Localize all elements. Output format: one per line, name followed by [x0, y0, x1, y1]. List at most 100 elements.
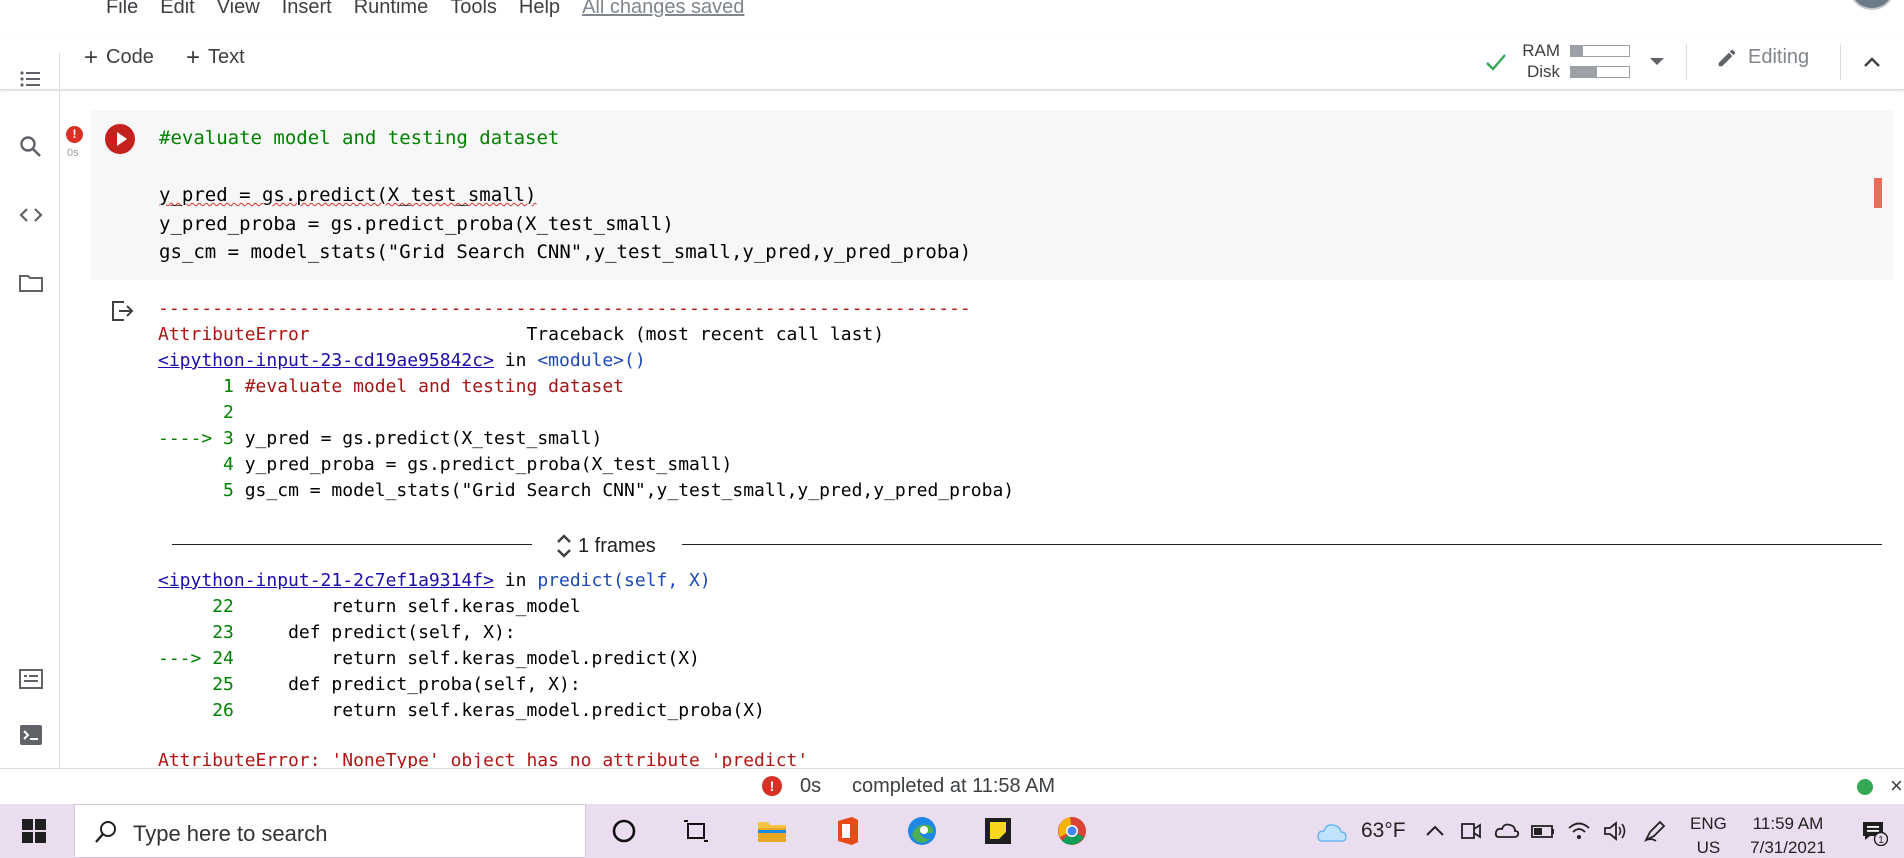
battery-icon[interactable]	[1530, 818, 1556, 844]
input-language-indicator[interactable]: ENG US	[1690, 812, 1727, 858]
command-palette-icon[interactable]	[18, 666, 44, 692]
frame-location: predict(self, X)	[537, 570, 711, 591]
disk-label: Disk	[1526, 62, 1560, 81]
close-status-button[interactable]: ×	[1890, 773, 1903, 799]
plus-icon: +	[84, 43, 99, 71]
code-snippets-icon[interactable]	[18, 202, 44, 228]
volume-icon[interactable]	[1602, 818, 1628, 844]
chevron-up-icon[interactable]	[1422, 818, 1448, 844]
traceback-line: #evaluate model and testing dataset	[244, 376, 625, 397]
traceback-frame-link[interactable]: <ipython-input-23-cd19ae95842c>	[158, 350, 494, 371]
ram-usage-bar	[1570, 45, 1630, 57]
line-prefix	[158, 596, 212, 617]
line-prefix: --->	[158, 648, 213, 669]
collapsed-frames-toggle[interactable]: 1 frames	[172, 530, 1882, 560]
frames-label[interactable]: 1 frames	[556, 532, 656, 560]
traceback-frame-link[interactable]: <ipython-input-21-2c7ef1a9314f>	[158, 570, 494, 591]
clock-time: 11:59 AM	[1752, 814, 1824, 833]
line-number: 26	[212, 700, 234, 721]
code-line: #evaluate model and testing dataset	[159, 127, 560, 149]
error-name: AttributeError	[158, 324, 310, 345]
file-explorer-icon[interactable]	[756, 815, 788, 847]
line-number: 4	[223, 454, 234, 475]
folder-icon[interactable]	[18, 270, 44, 296]
table-of-contents-icon[interactable]	[18, 66, 44, 92]
status-message: completed at 11:58 AM	[852, 775, 1056, 797]
notification-center-icon[interactable]: 1	[1860, 818, 1888, 846]
add-code-button[interactable]: + Code	[84, 43, 154, 71]
status-error-badge: !	[762, 776, 782, 796]
notification-count: 1	[1878, 835, 1884, 846]
run-cell-button[interactable]	[105, 124, 135, 154]
menu-runtime[interactable]: Runtime	[354, 0, 428, 19]
traceback-header: Traceback (most recent call last)	[526, 324, 885, 345]
edge-browser-icon[interactable]	[906, 815, 938, 847]
line-number: 1	[223, 376, 234, 397]
line-prefix	[158, 674, 212, 695]
weather-cloud-icon[interactable]	[1316, 817, 1348, 849]
wifi-icon[interactable]	[1566, 818, 1592, 844]
line-number: 5	[223, 480, 234, 501]
left-sidebar	[0, 52, 60, 768]
menu-insert[interactable]: Insert	[282, 0, 332, 19]
account-avatar[interactable]	[1850, 0, 1894, 10]
connected-check-icon	[1486, 54, 1506, 71]
traceback-line: return self.keras_model.predict(X)	[244, 648, 700, 669]
menu-help[interactable]: Help	[519, 0, 560, 19]
traceback-block: <ipython-input-21-2c7ef1a9314f> in predi…	[158, 568, 765, 724]
add-text-button[interactable]: + Text	[186, 45, 245, 69]
line-number: 23	[212, 622, 234, 643]
traceback-line: return self.keras_model.predict_proba(X)	[244, 700, 765, 721]
cell-exec-time: 0s	[67, 147, 79, 159]
line-prefix: ---->	[158, 428, 224, 449]
sticky-notes-icon[interactable]	[982, 815, 1014, 847]
connection-status-dot	[1857, 779, 1873, 795]
output-actions-icon[interactable]	[110, 298, 136, 324]
add-code-label: Code	[106, 46, 154, 68]
ram-label: RAM	[1522, 41, 1560, 60]
line-number: 22	[212, 596, 234, 617]
task-view-icon[interactable]	[680, 815, 712, 847]
taskbar-search-box[interactable]: Type here to search	[74, 804, 586, 858]
cell-source[interactable]: #evaluate model and testing dataset y_pr…	[159, 124, 971, 267]
language-code: ENG	[1690, 814, 1727, 833]
traceback-line: gs_cm = model_stats("Grid Search CNN",y_…	[244, 480, 1015, 501]
system-clock[interactable]: 11:59 AM 7/31/2021	[1738, 812, 1838, 858]
add-text-label: Text	[208, 46, 245, 68]
line-number: 2	[223, 402, 234, 423]
line-prefix	[158, 454, 223, 475]
toolbar-divider	[1840, 44, 1841, 80]
editing-mode-button[interactable]: Editing	[1716, 46, 1809, 69]
frame-in-keyword: in	[504, 350, 527, 371]
chevron-down-icon[interactable]	[1650, 58, 1664, 65]
menu-tools[interactable]: Tools	[450, 0, 497, 19]
traceback-line: def predict_proba(self, X):	[244, 674, 581, 695]
status-exec-time: 0s	[800, 775, 822, 797]
traceback-divider: ----------------------------------------…	[158, 298, 971, 319]
notebook-toolbar: + Code + Text RAM Disk Editing	[0, 36, 1904, 90]
save-status-link[interactable]: All changes saved	[582, 0, 744, 19]
terminal-icon[interactable]	[18, 722, 44, 748]
menu-file[interactable]: File	[106, 0, 138, 19]
menu-edit[interactable]: Edit	[160, 0, 194, 19]
search-icon	[95, 821, 116, 843]
windows-taskbar: Type here to search 63°F ENG US 11:59 AM…	[0, 804, 1904, 858]
expand-collapse-icon	[557, 534, 571, 558]
search-icon[interactable]	[18, 134, 44, 160]
line-number: 24	[212, 648, 234, 669]
menu-view[interactable]: View	[217, 0, 260, 19]
disk-usage-bar	[1570, 66, 1630, 78]
resource-monitor[interactable]: RAM Disk	[1484, 38, 1654, 86]
pen-ink-icon[interactable]	[1642, 818, 1668, 844]
search-placeholder: Type here to search	[133, 821, 328, 846]
cortana-icon[interactable]	[608, 815, 640, 847]
office-icon[interactable]	[832, 815, 864, 847]
chevron-up-icon[interactable]	[1860, 50, 1884, 74]
weather-temperature[interactable]: 63°F	[1361, 819, 1406, 843]
onedrive-cloud-icon[interactable]	[1494, 818, 1520, 844]
chrome-browser-icon[interactable]	[1056, 815, 1088, 847]
windows-start-icon[interactable]	[22, 819, 46, 843]
pencil-icon	[1718, 49, 1736, 66]
meet-now-icon[interactable]	[1458, 818, 1484, 844]
line-number: 3	[223, 428, 234, 449]
